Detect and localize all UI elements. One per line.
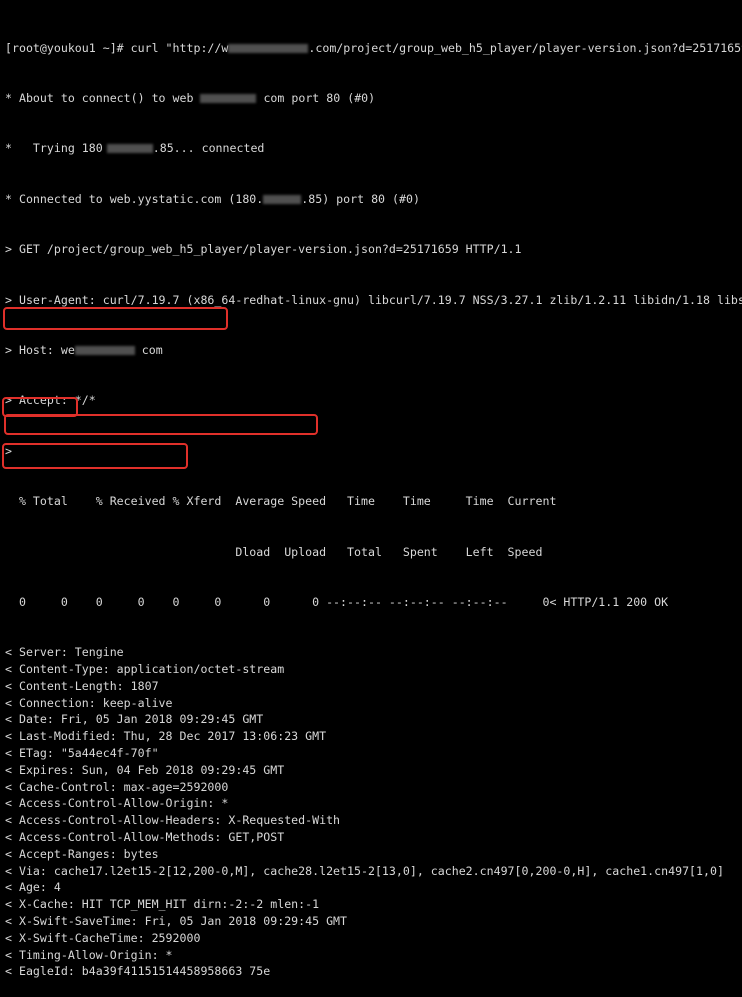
response-header-line: < Connection: keep-alive [5,695,173,710]
output-text: * About to connect() to web [5,90,194,105]
command-text-start: curl "http://w [130,40,229,55]
terminal-output[interactable]: [root@youkou1 ~]# curl "http://w .com/pro… [5,6,742,997]
output-text: com port 80 (#0) [256,90,376,105]
response-header-line: < Access-Control-Allow-Origin: * [5,796,229,811]
redacted-domain [228,43,309,53]
output-line: > [5,443,12,458]
output-text: .85) port 80 (#0) [301,191,420,206]
response-header-line: < Last-Modified: Thu, 28 Dec 2017 13:06:… [5,729,327,744]
progress-values: 0 0 0 0 0 0 0 0 --:--:-- --:--:-- --:--:… [5,594,669,609]
output-line: * About to connect() to web com port 80 … [5,90,742,107]
output-line: > Accept: */* [5,393,96,408]
response-header-line: < Date: Fri, 05 Jan 2018 09:29:45 GMT [5,712,264,727]
response-header-line: < Server: Tengine [5,645,124,660]
redacted-ip [263,194,302,204]
response-header-line: < X-Swift-CacheTime: 2592000 [5,930,201,945]
output-text: com [134,342,163,357]
output-line: * Connected to web.yystatic.com (180. .85… [5,191,742,208]
response-header-line: < Content-Length: 1807 [5,678,159,693]
redacted-host [74,345,135,355]
output-line: > Host: we com [5,342,742,359]
redacted-ip [106,144,153,154]
command-line: [root@youkou1 ~]# curl "http://w .com/pro… [5,40,742,57]
response-header-line: < Access-Control-Allow-Methods: GET,POST [5,830,285,845]
output-line: * Trying 180 .85... connected [5,140,742,157]
response-header-line: < Timing-Allow-Origin: * [5,947,173,962]
response-header-line: < Accept-Ranges: bytes [5,846,159,861]
output-text: > Host: we [5,342,75,357]
response-header-line: < Cache-Control: max-age=2592000 [5,779,229,794]
response-header-line: < X-Swift-SaveTime: Fri, 05 Jan 2018 09:… [5,914,348,929]
shell-prompt: [root@youkou1 ~]# [5,40,131,55]
response-header-line: < Access-Control-Allow-Headers: X-Reques… [5,813,341,828]
redacted-host [200,93,257,103]
response-header-line: < EagleId: b4a39f41151514458958663 75e [5,964,271,979]
response-headers: < Server: Tengine < Content-Type: applica… [5,644,742,980]
response-header-line: < ETag: "5a44ec4f-70f" [5,746,159,761]
output-line: > User-Agent: curl/7.19.7 (x86_64-redhat… [5,292,742,307]
output-text: .85... connected [152,141,265,156]
progress-header: % Total % Received % Xferd Average Speed… [5,494,557,509]
response-header-line: < Expires: Sun, 04 Feb 2018 09:29:45 GMT [5,762,285,777]
response-header-line: < Via: cache17.l2et15-2[12,200-0,M], cac… [5,863,724,878]
response-header-line: < X-Cache: HIT TCP_MEM_HIT dirn:-2:-2 ml… [5,897,320,912]
output-line: > GET /project/group_web_h5_player/playe… [5,242,522,257]
response-header-line: < Content-Type: application/octet-stream [5,662,285,677]
progress-header: Dload Upload Total Spent Left Speed [5,544,543,559]
command-text-end: .com/project/group_web_h5_player/player-… [308,40,742,55]
output-text: * Trying 180 [5,141,103,156]
output-text: * Connected to web.yystatic.com (180. [5,191,264,206]
response-header-line: < Age: 4 [5,880,61,895]
